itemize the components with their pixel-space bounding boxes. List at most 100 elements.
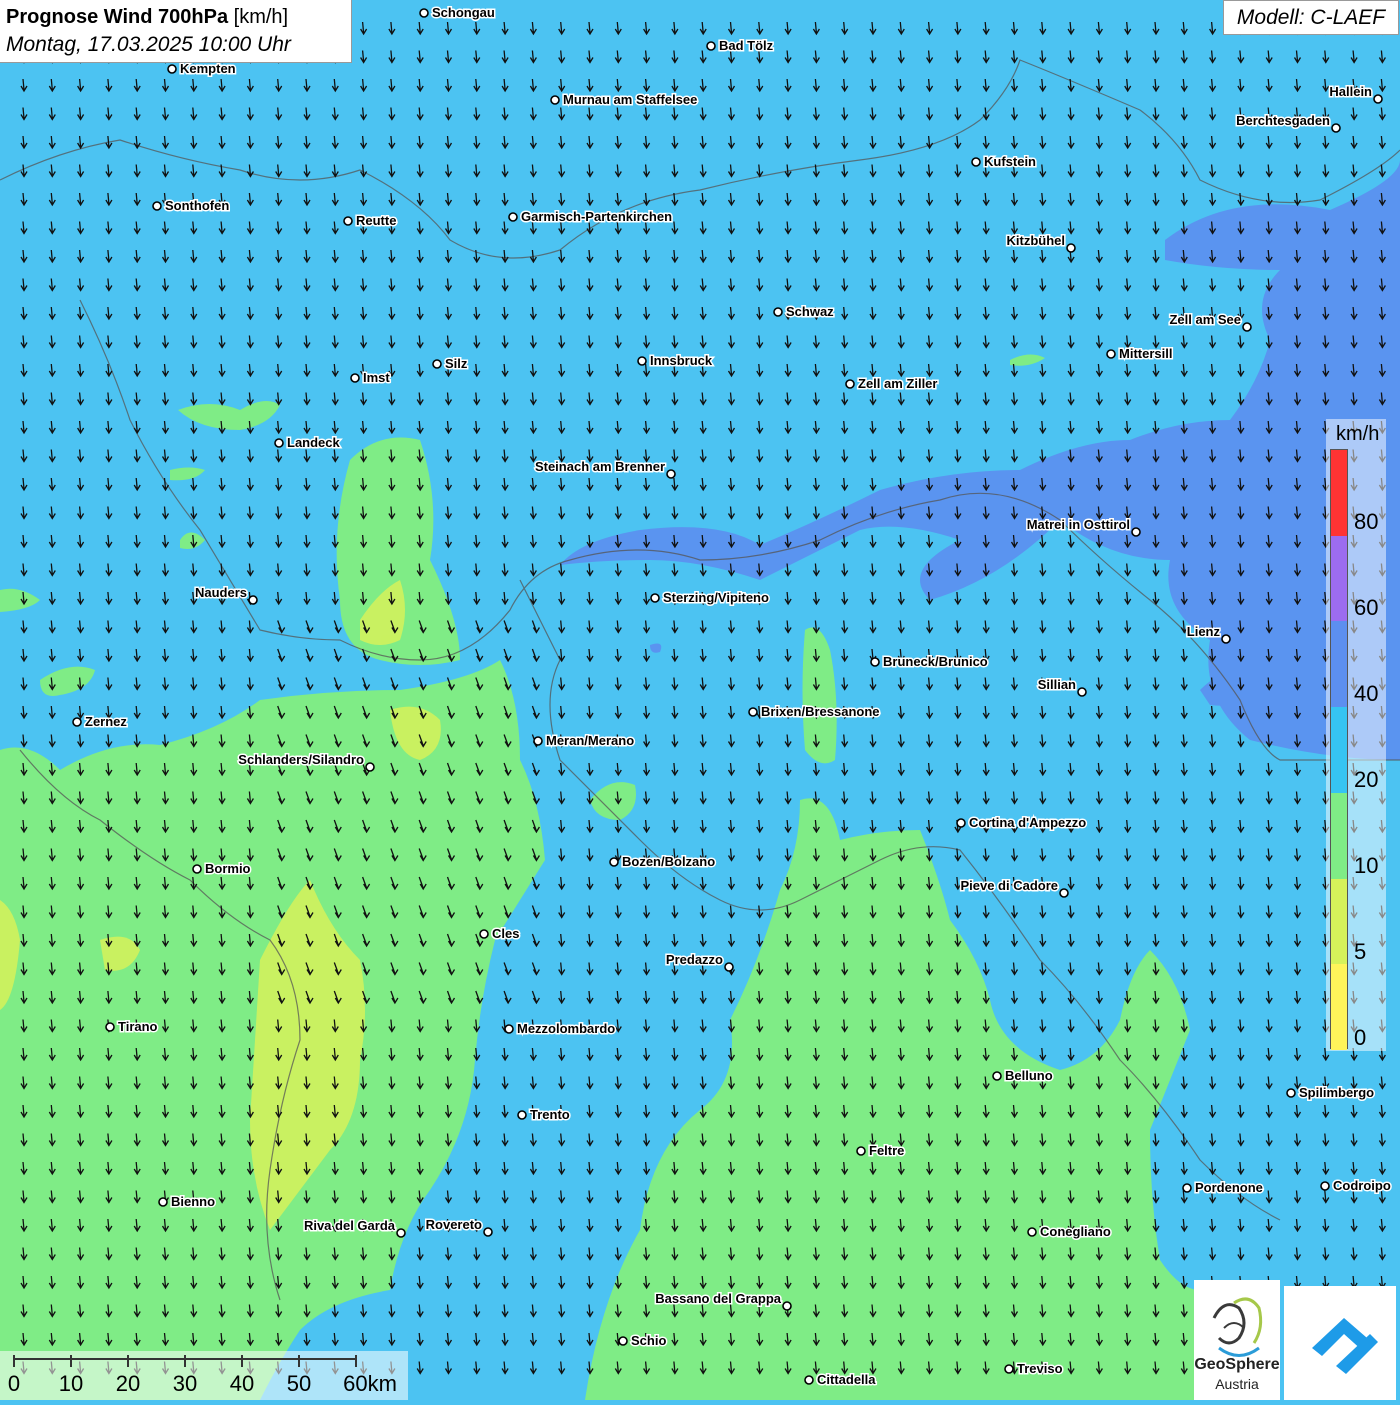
city-marker[interactable]: Cortina d'Ampezzo bbox=[956, 814, 1088, 832]
city-dot-icon bbox=[870, 657, 880, 667]
city-marker[interactable]: Innsbruck bbox=[637, 352, 714, 370]
city-marker[interactable]: Conegliano bbox=[1027, 1223, 1112, 1241]
city-dot-icon bbox=[724, 962, 734, 972]
city-label: Matrei in Osttirol bbox=[1027, 517, 1130, 532]
scale-label: 0 bbox=[7, 1371, 21, 1396]
city-label: Zernez bbox=[85, 714, 127, 729]
city-marker[interactable]: Spilimbergo bbox=[1286, 1084, 1376, 1102]
city-dot-icon bbox=[1077, 687, 1087, 697]
color-legend: km/h 80 60 40 20 10 5 0 bbox=[1326, 419, 1386, 1051]
city-marker[interactable]: Meran/Merano bbox=[533, 732, 636, 750]
city-label: Bormio bbox=[205, 861, 251, 876]
city-marker[interactable]: Brixen/Bressanone bbox=[748, 703, 881, 721]
city-dot-icon bbox=[343, 216, 353, 226]
city-label: Innsbruck bbox=[650, 353, 713, 368]
city-dot-icon bbox=[533, 736, 543, 746]
city-dot-icon bbox=[956, 818, 966, 828]
city-dot-icon bbox=[1027, 1227, 1037, 1237]
city-label: Treviso bbox=[1017, 1361, 1063, 1376]
legend-label: 80 bbox=[1354, 509, 1379, 534]
title-unit: [km/h] bbox=[233, 6, 289, 28]
city-label: Predazzo bbox=[666, 952, 723, 967]
city-dot-icon bbox=[637, 356, 647, 366]
weather-app-logo[interactable] bbox=[1284, 1286, 1396, 1400]
legend-label: 60 bbox=[1354, 595, 1379, 620]
city-label: Schwaz bbox=[786, 304, 834, 319]
city-dot-icon bbox=[517, 1110, 527, 1120]
city-dot-icon bbox=[748, 707, 758, 717]
model-label: Modell: C-LAEF bbox=[1223, 0, 1399, 35]
legend-color-segment bbox=[1331, 621, 1347, 708]
city-label: Zell am See bbox=[1169, 312, 1241, 327]
city-marker[interactable]: Schongau bbox=[419, 4, 496, 22]
city-marker[interactable]: Sonthofen bbox=[152, 197, 231, 215]
legend-label: 5 bbox=[1354, 939, 1367, 964]
city-dot-icon bbox=[782, 1301, 792, 1311]
wind-map[interactable]: Schongau Bad Tölz Kempten Murnau am Staffel… bbox=[0, 0, 1400, 1400]
city-dot-icon bbox=[365, 762, 375, 772]
city-label: Mittersill bbox=[1119, 346, 1172, 361]
city-marker[interactable]: Garmisch-Partenkirchen bbox=[508, 208, 674, 226]
title-box: Prognose Wind 700hPa [km/h] Montag, 17.0… bbox=[0, 0, 352, 63]
city-label: Bassano del Grappa bbox=[655, 1291, 781, 1306]
city-marker[interactable]: Bruneck/Brunico bbox=[870, 653, 989, 671]
legend-label: 40 bbox=[1354, 681, 1379, 706]
city-dot-icon bbox=[419, 8, 429, 18]
legend-color-segment bbox=[1331, 535, 1347, 622]
city-dot-icon bbox=[773, 307, 783, 317]
city-label: Brixen/Bressanone bbox=[761, 704, 880, 719]
title-line: Prognose Wind 700hPa [km/h] bbox=[6, 4, 345, 31]
city-label: Pordenone bbox=[1195, 1180, 1263, 1195]
city-marker[interactable]: Sterzing/Vipiteno bbox=[650, 589, 770, 607]
city-dot-icon bbox=[508, 212, 518, 222]
city-label: Meran/Merano bbox=[546, 733, 634, 748]
city-dot-icon bbox=[971, 157, 981, 167]
city-dot-icon bbox=[1131, 527, 1141, 537]
city-marker[interactable]: Pordenone bbox=[1182, 1179, 1264, 1197]
city-dot-icon bbox=[609, 857, 619, 867]
city-marker[interactable]: Mezzolombardo bbox=[504, 1020, 617, 1038]
city-label: Mezzolombardo bbox=[517, 1021, 615, 1036]
city-dot-icon bbox=[650, 593, 660, 603]
scale-label: 40 bbox=[229, 1371, 255, 1396]
city-marker[interactable]: Zell am Ziller bbox=[845, 375, 939, 393]
city-label: Tirano bbox=[118, 1019, 158, 1034]
scale-label: 20 bbox=[115, 1371, 141, 1396]
legend-label: 0 bbox=[1354, 1025, 1367, 1050]
city-dot-icon bbox=[845, 379, 855, 389]
city-label: Murnau am Staffelsee bbox=[563, 92, 697, 107]
weather-app-icon bbox=[1312, 1318, 1378, 1374]
city-label: Schlanders/Silandro bbox=[238, 752, 364, 767]
city-label: Bozen/Bolzano bbox=[622, 854, 715, 869]
city-label: Reutte bbox=[356, 213, 396, 228]
city-label: Kempten bbox=[180, 61, 236, 76]
city-label: Codroipo bbox=[1333, 1178, 1391, 1193]
scale-label: 10 bbox=[58, 1371, 84, 1396]
city-label: Schio bbox=[631, 1333, 666, 1348]
legend-color-segment bbox=[1331, 792, 1347, 879]
city-marker[interactable]: Murnau am Staffelsee bbox=[550, 91, 699, 109]
city-label: Sonthofen bbox=[165, 198, 229, 213]
city-dot-icon bbox=[504, 1024, 514, 1034]
city-label: Rovereto bbox=[426, 1217, 482, 1232]
city-dot-icon bbox=[274, 438, 284, 448]
legend-label: 10 bbox=[1354, 853, 1379, 878]
scale-label: 30 bbox=[172, 1371, 198, 1396]
city-dot-icon bbox=[1286, 1088, 1296, 1098]
scale-bar: 0 10 20 30 40 50 60km bbox=[0, 1351, 408, 1400]
scale-label: 60km bbox=[343, 1371, 397, 1396]
city-dot-icon bbox=[992, 1071, 1002, 1081]
city-marker[interactable]: Bozen/Bolzano bbox=[609, 853, 717, 871]
city-label: Cles bbox=[492, 926, 519, 941]
geosphere-name: GeoSphere bbox=[1194, 1356, 1280, 1373]
legend-color-segment bbox=[1331, 707, 1347, 793]
city-dot-icon bbox=[1242, 322, 1252, 332]
city-label: Imst bbox=[363, 370, 390, 385]
city-label: Kitzbühel bbox=[1007, 233, 1066, 248]
city-dot-icon bbox=[1182, 1183, 1192, 1193]
city-label: Silz bbox=[445, 356, 468, 371]
geosphere-logo[interactable]: GeoSphere Austria bbox=[1194, 1280, 1280, 1400]
city-dot-icon bbox=[804, 1375, 814, 1385]
city-label: Berchtesgaden bbox=[1236, 113, 1330, 128]
legend-unit: km/h bbox=[1336, 423, 1380, 445]
